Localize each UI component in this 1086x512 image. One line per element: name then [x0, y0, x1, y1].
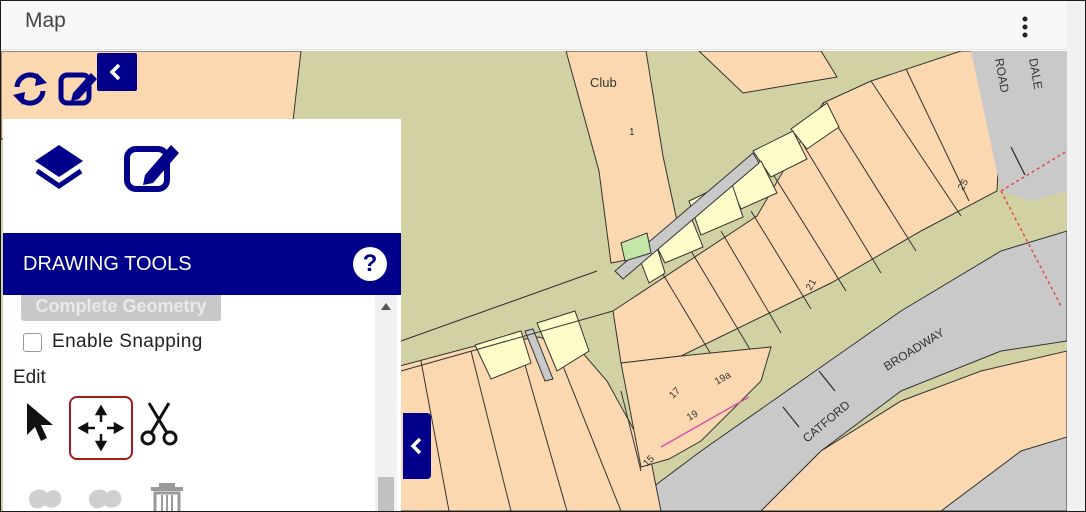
layers-icon[interactable] — [31, 141, 87, 197]
window-scrollbar[interactable] — [1067, 1, 1085, 511]
chevron-left-icon — [109, 63, 121, 81]
snapping-label: Enable Snapping — [52, 331, 203, 352]
drawing-tools-title: DRAWING TOOLS — [23, 253, 192, 275]
trash-icon[interactable] — [145, 481, 189, 511]
drawing-tools-body: Complete Geometry Enable Snapping Edit — [3, 295, 401, 511]
quick-toolbar — [9, 65, 101, 113]
chevron-left-icon — [410, 437, 422, 455]
edit-icon[interactable] — [123, 139, 183, 195]
scissors-icon[interactable] — [139, 401, 179, 447]
page-title: Map — [25, 9, 66, 32]
map-widget: Map Club ROAD DALE CATFORD BROADWAY 25 2… — [0, 0, 1086, 512]
snapping-checkbox[interactable] — [23, 332, 42, 352]
collapse-panel-button[interactable] — [403, 413, 431, 479]
scrollbar-thumb[interactable] — [378, 477, 394, 511]
refresh-icon[interactable] — [9, 69, 51, 109]
complete-geometry-button[interactable]: Complete Geometry — [21, 295, 221, 321]
drawing-tools-header: DRAWING TOOLS ? — [3, 233, 401, 295]
map-label-1: 1 — [629, 127, 635, 138]
map-label-club: Club — [590, 75, 617, 90]
help-icon[interactable]: ? — [353, 247, 387, 281]
tools-panel: DRAWING TOOLS ? Complete Geometry Enable… — [3, 119, 401, 511]
enable-snapping-option[interactable]: Enable Snapping — [23, 331, 203, 353]
title-bar: Map — [1, 1, 1067, 50]
edit-icon[interactable] — [57, 67, 99, 109]
scroll-up-icon[interactable] — [381, 303, 391, 310]
move-icon[interactable] — [69, 396, 133, 460]
select-arrow-icon[interactable] — [23, 401, 59, 445]
panel-scrollbar[interactable] — [375, 295, 397, 511]
reshape-icon[interactable] — [85, 483, 125, 511]
more-vertical-icon[interactable] — [1015, 13, 1035, 41]
union-icon[interactable] — [25, 483, 65, 511]
collapse-toolbar-button[interactable] — [97, 53, 137, 91]
edit-section-label: Edit — [13, 367, 46, 388]
